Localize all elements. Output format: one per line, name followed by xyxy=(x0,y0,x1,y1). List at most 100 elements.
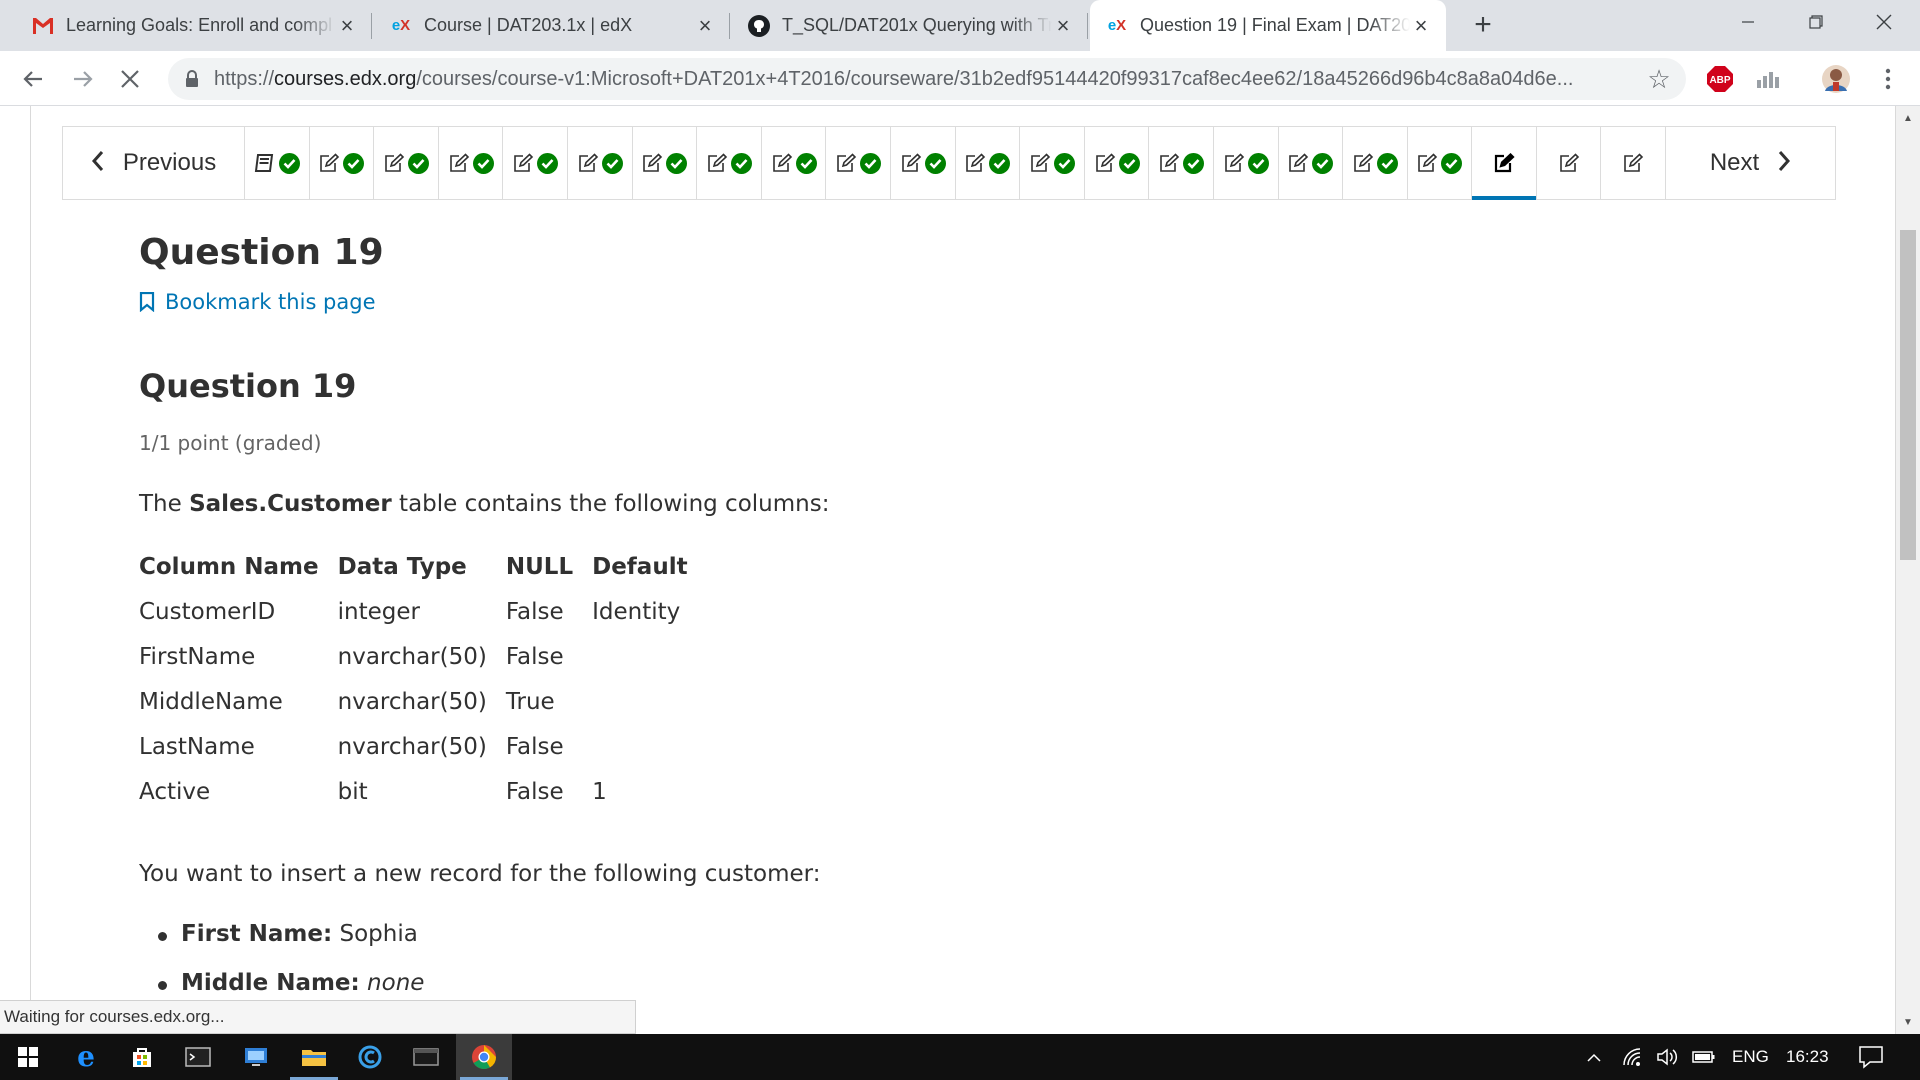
volume-button[interactable] xyxy=(1656,1034,1680,1080)
forward-button[interactable] xyxy=(62,59,102,99)
first-name-label: First Name: xyxy=(181,921,333,947)
start-button[interactable] xyxy=(0,1034,56,1080)
taskbar-file-explorer[interactable] xyxy=(286,1034,342,1080)
sequence-item-17[interactable] xyxy=(1279,127,1344,199)
edit-icon xyxy=(1095,153,1115,172)
sequence-items xyxy=(245,127,1667,200)
problem-prompt: You want to insert a new record for the … xyxy=(139,861,821,887)
taskbar-ccleaner[interactable] xyxy=(342,1034,398,1080)
tab-github[interactable]: T_SQL/DAT201x Querying with Tr × xyxy=(732,0,1088,51)
close-icon xyxy=(1876,14,1892,30)
network-button[interactable] xyxy=(1622,1034,1646,1080)
sequence-item-1[interactable] xyxy=(245,127,310,199)
stop-loading-button[interactable] xyxy=(110,59,150,99)
action-center-button[interactable] xyxy=(1858,1034,1884,1080)
sequence-item-12[interactable] xyxy=(956,127,1021,199)
edit-icon xyxy=(1418,153,1438,172)
sequence-item-18[interactable] xyxy=(1343,127,1408,199)
url-path: /courses/course-v1:Microsoft+DAT201x+4T2… xyxy=(416,67,1574,90)
sequence-item-3[interactable] xyxy=(374,127,439,199)
show-hidden-icons-button[interactable] xyxy=(1586,1034,1602,1080)
bar-chart-icon xyxy=(1757,72,1779,88)
tab-title: Learning Goals: Enroll and compl xyxy=(66,15,333,35)
sequence-item-8[interactable] xyxy=(697,127,762,199)
extension-stats-button[interactable] xyxy=(1752,63,1784,95)
next-button[interactable]: Next xyxy=(1666,127,1835,199)
scroll-up-arrow-icon[interactable]: ▲ xyxy=(1896,106,1920,130)
restore-button[interactable] xyxy=(1784,0,1848,44)
scrollbar-thumb[interactable] xyxy=(1900,230,1916,560)
tab-gmail[interactable]: Learning Goals: Enroll and compl × xyxy=(16,0,372,51)
bookmark-star-icon[interactable]: ☆ xyxy=(1644,64,1674,95)
sequence-item-21[interactable] xyxy=(1537,127,1602,199)
browser-menu-button[interactable] xyxy=(1872,63,1904,95)
windows-logo-icon xyxy=(18,1047,38,1067)
close-tab-icon[interactable]: × xyxy=(694,13,716,38)
page-scrollbar[interactable]: ▲ ▼ xyxy=(1896,106,1920,1034)
cell-data-type: nvarchar(50) xyxy=(337,688,487,715)
sequence-item-20[interactable] xyxy=(1472,127,1537,200)
taskbar-store[interactable] xyxy=(114,1034,170,1080)
table-row: MiddleName nvarchar(50) True xyxy=(139,679,707,724)
intro-suffix: table contains the following columns: xyxy=(391,491,830,517)
cell-default xyxy=(592,634,706,679)
edit-icon xyxy=(708,153,728,172)
sequence-item-11[interactable] xyxy=(891,127,956,199)
previous-label: Previous xyxy=(122,149,217,176)
taskbar-edge[interactable]: e xyxy=(58,1034,114,1080)
sequence-item-19[interactable] xyxy=(1408,127,1473,199)
taskbar-remote-desktop[interactable] xyxy=(228,1034,284,1080)
new-tab-button[interactable]: + xyxy=(1466,8,1500,42)
tab-edx-course[interactable]: eX Course | DAT203.1x | edX × xyxy=(374,0,730,51)
cell-null: False xyxy=(505,643,564,670)
table-row: FirstName nvarchar(50) False xyxy=(139,634,707,679)
sequence-item-6[interactable] xyxy=(568,127,633,199)
taskbar-chrome[interactable] xyxy=(456,1034,512,1080)
ccleaner-icon xyxy=(358,1045,382,1069)
cell-column-name: Active xyxy=(139,778,211,805)
check-icon xyxy=(343,152,365,174)
sequence-item-16[interactable] xyxy=(1214,127,1279,199)
sequence-item-4[interactable] xyxy=(439,127,504,199)
scroll-down-arrow-icon[interactable]: ▼ xyxy=(1896,1010,1920,1034)
address-bar[interactable]: https://courses.edx.org/courses/course-v… xyxy=(168,58,1686,100)
taskbar-terminal[interactable] xyxy=(170,1034,226,1080)
edit-icon xyxy=(1354,153,1374,172)
app-window-icon xyxy=(413,1048,439,1066)
url-text: https://courses.edx.org/courses/course-v… xyxy=(214,68,1644,91)
language-indicator[interactable]: ENG xyxy=(1732,1034,1769,1080)
close-tab-icon[interactable]: × xyxy=(1410,13,1432,38)
sequence-item-22[interactable] xyxy=(1601,127,1667,199)
adblock-plus-button[interactable]: ABP xyxy=(1704,63,1736,95)
profile-avatar-button[interactable] xyxy=(1820,63,1852,95)
taskbar-app-window[interactable] xyxy=(398,1034,454,1080)
sequence-item-2[interactable] xyxy=(310,127,375,199)
sequence-item-14[interactable] xyxy=(1085,127,1150,199)
back-button[interactable] xyxy=(14,59,54,99)
cell-data-type: nvarchar(50) xyxy=(337,643,487,670)
battery-button[interactable] xyxy=(1692,1034,1716,1080)
check-icon xyxy=(472,152,494,174)
bookmark-button[interactable]: Bookmark this page xyxy=(139,290,376,314)
close-window-button[interactable] xyxy=(1852,0,1916,44)
sequence-item-9[interactable] xyxy=(762,127,827,199)
clock[interactable]: 16:23 xyxy=(1786,1034,1829,1080)
cell-data-type: integer xyxy=(337,598,420,625)
tab-question-19[interactable]: eX Question 19 | Final Exam | DAT20 × xyxy=(1090,0,1446,51)
unit-title: Question 19 xyxy=(139,232,384,273)
first-name-value: Sophia xyxy=(339,921,418,947)
tab-strip: Learning Goals: Enroll and compl × eX Co… xyxy=(0,0,1920,51)
sequence-item-13[interactable] xyxy=(1020,127,1085,199)
sequence-item-10[interactable] xyxy=(826,127,891,199)
wifi-icon xyxy=(1623,1048,1641,1066)
check-icon xyxy=(860,152,882,174)
cell-column-name: FirstName xyxy=(139,643,256,670)
previous-button[interactable]: Previous xyxy=(63,127,245,199)
close-tab-icon[interactable]: × xyxy=(1052,13,1074,38)
sequence-item-15[interactable] xyxy=(1149,127,1214,199)
minimize-button[interactable] xyxy=(1716,0,1780,44)
close-tab-icon[interactable]: × xyxy=(336,13,358,38)
edit-icon xyxy=(449,153,469,172)
sequence-item-5[interactable] xyxy=(503,127,568,199)
sequence-item-7[interactable] xyxy=(633,127,698,199)
